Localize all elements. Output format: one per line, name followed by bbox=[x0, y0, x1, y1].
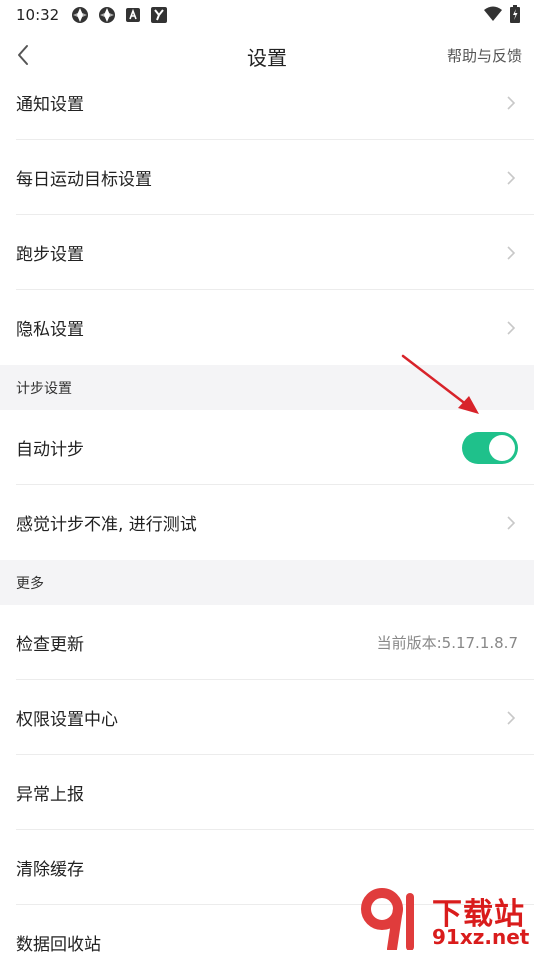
row-label: 通知设置 bbox=[16, 95, 84, 115]
row-label: 检查更新 bbox=[16, 635, 84, 655]
row-label: 跑步设置 bbox=[16, 245, 84, 265]
row-error-report[interactable]: 异常上报 bbox=[0, 755, 534, 830]
annotation-arrow bbox=[401, 354, 479, 414]
watermark: 下载站 91xz.net bbox=[360, 887, 534, 950]
row-daily-goal-settings[interactable]: 每日运动目标设置 bbox=[0, 140, 534, 215]
auto-step-toggle[interactable] bbox=[462, 431, 518, 464]
watermark-logo-icon bbox=[361, 888, 414, 950]
toggle-knob bbox=[489, 434, 515, 461]
status-time: 10:32 bbox=[16, 6, 60, 24]
y-app-icon bbox=[151, 7, 168, 23]
chevron-right-icon bbox=[507, 95, 516, 110]
battery-charging-icon bbox=[510, 5, 520, 23]
help-feedback-link[interactable]: 帮助与反馈 bbox=[447, 45, 522, 66]
row-auto-step: 自动计步 bbox=[0, 410, 534, 485]
chevron-right-icon bbox=[507, 320, 516, 335]
row-label: 数据回收站 bbox=[16, 935, 101, 955]
status-left-icons bbox=[71, 6, 168, 24]
section-title: 计步设置 bbox=[16, 380, 72, 397]
row-check-update[interactable]: 检查更新 当前版本:5.17.1.8.7 bbox=[0, 605, 534, 680]
row-label: 自动计步 bbox=[16, 440, 84, 460]
status-bar: 10:32 bbox=[0, 0, 534, 30]
row-label: 每日运动目标设置 bbox=[16, 170, 152, 190]
settings-list: 通知设置 每日运动目标设置 跑步设置 隐私设置 计步设置 自动计步 感觉计步不准… bbox=[0, 65, 534, 980]
chevron-right-icon bbox=[507, 710, 516, 725]
row-step-test[interactable]: 感觉计步不准, 进行测试 bbox=[0, 485, 534, 560]
notification-app-icon bbox=[99, 7, 116, 23]
status-right-icons bbox=[484, 5, 520, 23]
version-text: 当前版本:5.17.1.8.7 bbox=[376, 634, 518, 652]
watermark-url: 91xz.net bbox=[432, 925, 530, 949]
row-notification-settings[interactable]: 通知设置 bbox=[0, 65, 534, 140]
row-permission-center[interactable]: 权限设置中心 bbox=[0, 680, 534, 755]
row-running-settings[interactable]: 跑步设置 bbox=[0, 215, 534, 290]
row-label: 隐私设置 bbox=[16, 320, 84, 340]
wifi-icon bbox=[484, 6, 502, 21]
row-label: 感觉计步不准, 进行测试 bbox=[16, 515, 197, 535]
notification-app-icon bbox=[72, 7, 89, 23]
a-app-icon bbox=[126, 8, 141, 22]
section-title: 更多 bbox=[16, 575, 44, 592]
row-label: 权限设置中心 bbox=[16, 710, 118, 730]
chevron-right-icon bbox=[507, 245, 516, 260]
row-label: 异常上报 bbox=[16, 785, 84, 805]
row-label: 清除缓存 bbox=[16, 860, 84, 880]
chevron-right-icon bbox=[507, 170, 516, 185]
section-header-more: 更多 bbox=[0, 560, 534, 605]
chevron-right-icon bbox=[507, 515, 516, 530]
